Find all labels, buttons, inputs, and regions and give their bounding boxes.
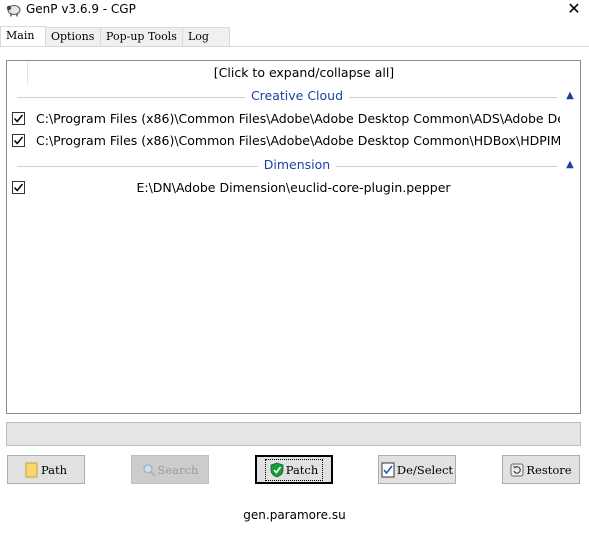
patch-target-list[interactable]: [Click to expand/collapse all] Creative … <box>6 60 581 414</box>
magnifier-icon <box>142 462 156 478</box>
folder-icon <box>25 462 39 478</box>
tab-popup-tools[interactable]: Pop-up Tools <box>100 27 183 46</box>
deselect-button-label: De/Select <box>396 462 454 477</box>
group-label: Dimension <box>257 157 337 172</box>
chevron-up-icon[interactable]: ▲ <box>563 157 577 173</box>
restore-button-label: Restore <box>526 462 572 477</box>
path-button-label: Path <box>40 462 68 477</box>
search-button[interactable]: Search <box>131 455 209 484</box>
group-header-creative-cloud[interactable]: Creative Cloud ▲ <box>17 87 577 107</box>
group-header-dimension[interactable]: Dimension ▲ <box>17 156 577 176</box>
close-button[interactable]: ✕ <box>559 0 589 20</box>
item-path: C:\Program Files (x86)\Common Files\Adob… <box>36 111 560 126</box>
tab-divider <box>0 46 589 47</box>
deselect-button[interactable]: De/Select <box>378 455 456 484</box>
patch-button[interactable]: Patch <box>255 455 333 484</box>
item-checkbox[interactable] <box>12 134 25 147</box>
tab-options[interactable]: Options <box>45 27 101 46</box>
patch-button-label: Patch <box>285 462 319 477</box>
checklist-icon <box>381 462 395 478</box>
list-item[interactable]: E:\DN\Adobe Dimension\euclid-core-plugin… <box>7 177 580 199</box>
search-button-label: Search <box>157 462 199 477</box>
path-button[interactable]: Path <box>7 455 85 484</box>
title-bar: GenP v3.6.9 - CGP ✕ <box>0 0 589 22</box>
restore-button[interactable]: Restore <box>502 455 580 484</box>
item-path: C:\Program Files (x86)\Common Files\Adob… <box>36 133 560 148</box>
chevron-up-icon[interactable]: ▲ <box>563 88 577 104</box>
progress-bar <box>6 422 581 446</box>
window-title: GenP v3.6.9 - CGP <box>26 2 136 16</box>
footer-link[interactable]: gen.paramore.su <box>0 508 589 522</box>
item-path: E:\DN\Adobe Dimension\euclid-core-plugin… <box>136 180 451 195</box>
sheep-icon <box>6 3 22 17</box>
restore-icon <box>510 462 524 478</box>
expand-collapse-all[interactable]: [Click to expand/collapse all] <box>27 61 580 85</box>
tab-main[interactable]: Main <box>0 26 46 46</box>
shield-check-icon <box>270 462 284 478</box>
list-item[interactable]: C:\Program Files (x86)\Common Files\Adob… <box>7 130 580 152</box>
close-icon: ✕ <box>567 0 581 18</box>
tab-log[interactable]: Log <box>182 27 230 46</box>
patch-button-focus: Patch <box>264 458 324 481</box>
group-label: Creative Cloud <box>244 88 350 103</box>
item-checkbox[interactable] <box>12 112 25 125</box>
list-item[interactable]: C:\Program Files (x86)\Common Files\Adob… <box>7 108 580 130</box>
